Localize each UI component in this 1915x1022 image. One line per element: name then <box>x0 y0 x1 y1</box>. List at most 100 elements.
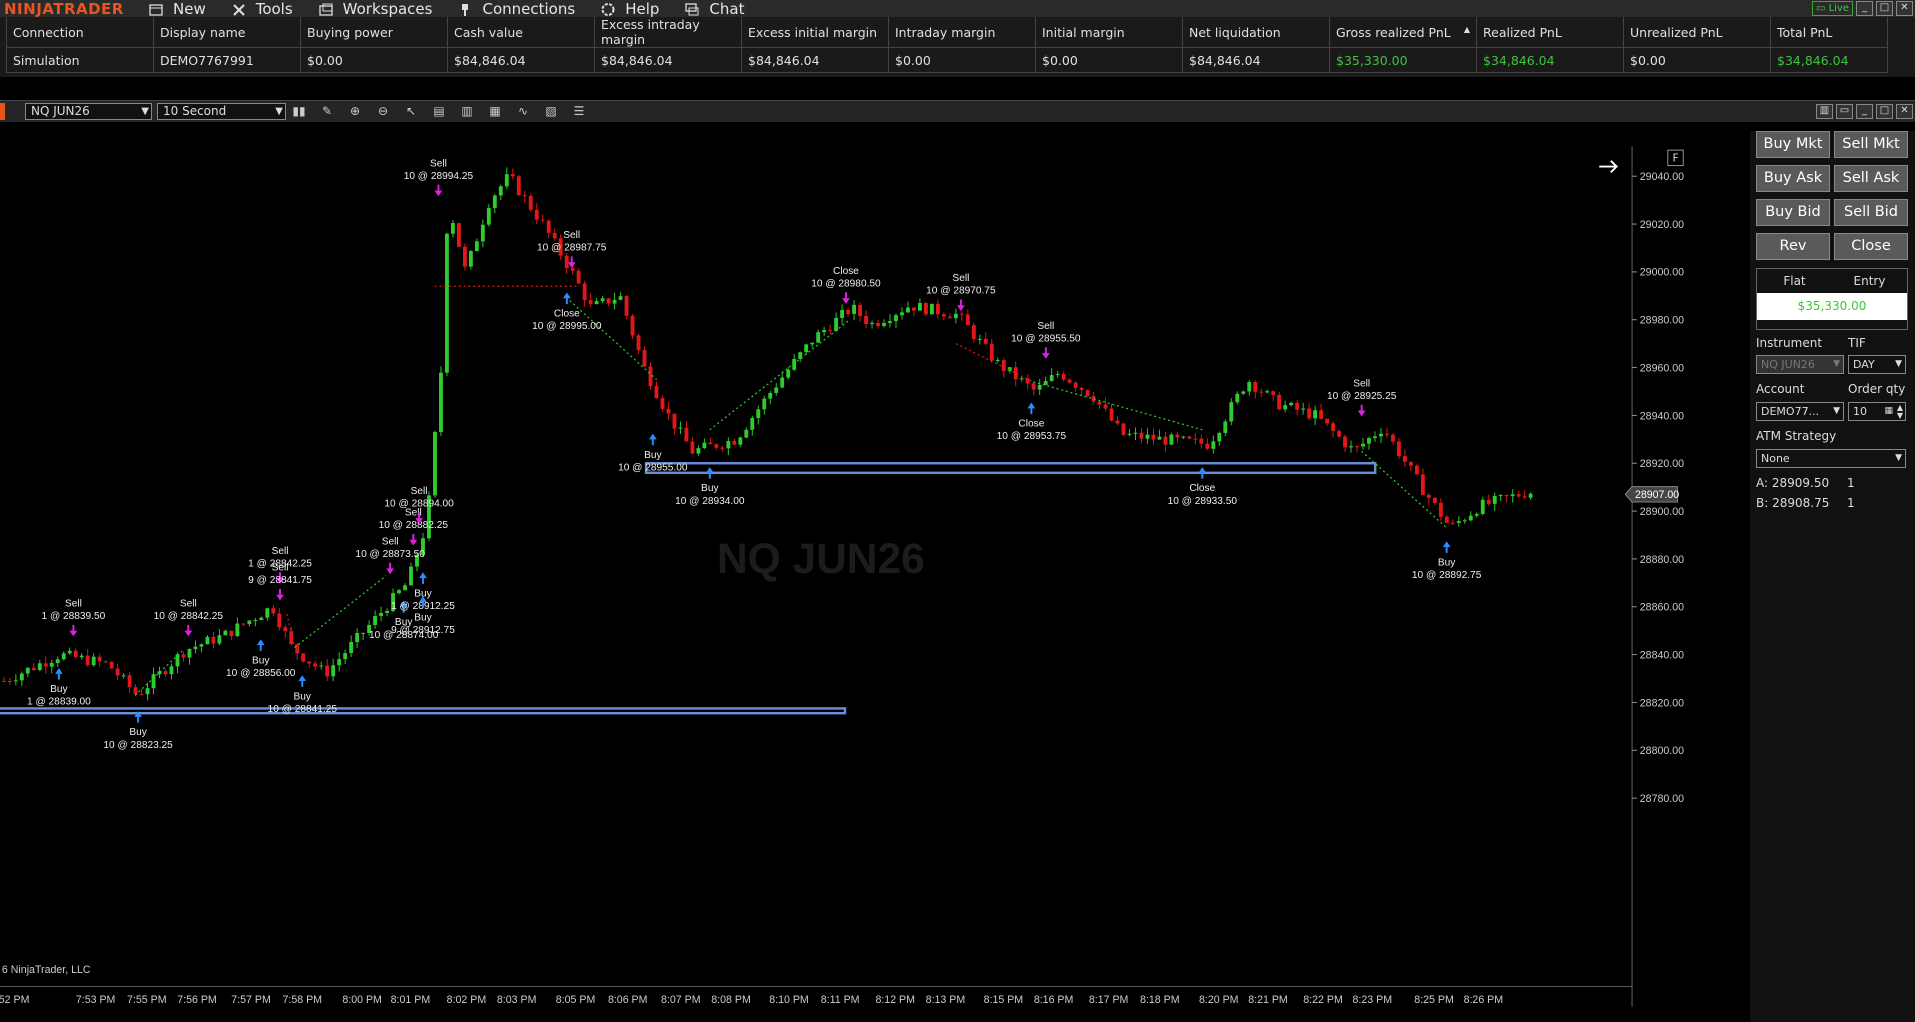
candle-body <box>636 335 641 351</box>
candle-body <box>480 224 485 242</box>
candle-body <box>1331 423 1336 431</box>
candle-body <box>271 608 276 614</box>
menu-connections[interactable]: Connections <box>458 0 575 18</box>
reverse-button[interactable]: Rev <box>1756 233 1830 260</box>
col-cash-value[interactable]: Cash value <box>447 17 595 48</box>
time-tick-label: 8:15 PM <box>984 994 1024 1006</box>
atm-strategy-select[interactable]: None ▼ <box>1756 449 1906 468</box>
templates-icon[interactable]: ▥ <box>460 104 474 118</box>
price-tick-label: 28880.00 <box>1640 554 1684 566</box>
time-tick-label: 8:21 PM <box>1248 994 1288 1006</box>
chart-restore-button[interactable]: ▭ <box>1836 104 1853 119</box>
tif-label: TIF <box>1848 336 1866 350</box>
tif-select[interactable]: DAY ▼ <box>1848 355 1906 374</box>
col-display-name[interactable]: Display name <box>153 17 301 48</box>
sell-mkt-button[interactable]: Sell Mkt <box>1834 131 1908 158</box>
pnl-display[interactable]: $35,330.00 <box>1757 293 1907 320</box>
price-chart[interactable]: NQ JUN26 Sell 1 @ 28839.50 Buy 1 @ 28839.00… <box>0 131 1690 1022</box>
price-zone-lower[interactable] <box>0 707 847 715</box>
candle-body <box>834 317 839 331</box>
list-icon[interactable]: ☰ <box>572 104 586 118</box>
account-select[interactable]: DEMO77... ▼ <box>1756 402 1844 421</box>
col-initial-margin[interactable]: Initial margin <box>1035 17 1183 48</box>
interval-selector[interactable]: 10 Second ▼ <box>157 103 286 120</box>
zoom-in-icon[interactable]: ⊕ <box>348 104 362 118</box>
menu-tools[interactable]: Tools <box>232 0 293 18</box>
candle-body <box>1205 443 1210 449</box>
candle-body <box>1085 389 1090 397</box>
pencil-icon[interactable]: ✎ <box>320 104 334 118</box>
chart-close-button[interactable]: ✕ <box>1896 104 1913 119</box>
candle-body <box>828 330 833 332</box>
sell-bid-button[interactable]: Sell Bid <box>1834 199 1908 226</box>
menu-chat[interactable]: Chat <box>685 0 744 18</box>
col-excess-intraday-margin[interactable]: Excess intraday margin <box>594 17 742 48</box>
candle-body <box>313 663 318 667</box>
sell-ask-button[interactable]: Sell Ask <box>1834 165 1908 192</box>
strategies-icon[interactable]: ∿ <box>516 104 530 118</box>
menu-help[interactable]: Help <box>601 0 659 18</box>
cell-gross-realized-pnl: $35,330.00 <box>1329 47 1477 73</box>
price-tick-label: 29000.00 <box>1640 267 1684 279</box>
chart-minimize-button[interactable]: _ <box>1856 104 1873 119</box>
col-gross-realized-pnl[interactable]: Gross realized PnL ▲ <box>1329 17 1477 48</box>
candle-body <box>55 659 60 663</box>
buy-ask-button[interactable]: Buy Ask <box>1756 165 1830 192</box>
price-tick-label: 28980.00 <box>1640 315 1684 327</box>
candle-body <box>1157 436 1162 440</box>
price-zone-upper[interactable] <box>644 462 1377 475</box>
time-axis[interactable]: 7:52 PM 7:53 PM 7:55 PM 7:56 PM 7:57 PM 7:58 … <box>0 994 1503 1006</box>
table-row[interactable]: Simulation DEMO7767991 $0.00 $84,846.04 … <box>6 47 1888 73</box>
menu-new[interactable]: New <box>149 0 206 18</box>
close-window-button[interactable]: ✕ <box>1896 1 1913 16</box>
instrument-field[interactable]: NQ JUN26 ▼ <box>1756 355 1844 374</box>
price-tick-label: 29040.00 <box>1640 171 1684 183</box>
candle-body <box>109 661 114 669</box>
candle-body <box>822 330 827 333</box>
candle-body <box>1265 391 1270 393</box>
time-tick-label: 8:17 PM <box>1089 994 1129 1006</box>
col-intraday-margin[interactable]: Intraday margin <box>888 17 1036 48</box>
menu-workspaces[interactable]: Workspaces <box>319 0 432 18</box>
spin-up-icon[interactable]: ▲ ▼ <box>1897 404 1903 420</box>
candle-body <box>1133 432 1138 434</box>
candle-body <box>576 270 581 284</box>
col-connection[interactable]: Connection <box>6 17 154 48</box>
chart-maximize-button[interactable]: □ <box>1876 104 1893 119</box>
properties-icon[interactable]: ▧ <box>544 104 558 118</box>
col-total-pnl[interactable]: Total PnL <box>1770 17 1888 48</box>
calculator-icon[interactable]: ▦ <box>1884 403 1893 420</box>
data-box-icon[interactable]: ▤ <box>432 104 446 118</box>
candle-body <box>882 323 886 326</box>
close-position-button[interactable]: Close <box>1834 233 1908 260</box>
candle-body <box>1211 441 1216 449</box>
buy-mkt-button[interactable]: Buy Mkt <box>1756 131 1830 158</box>
col-net-liquidation[interactable]: Net liquidation <box>1182 17 1330 48</box>
buy-bid-button[interactable]: Buy Bid <box>1756 199 1830 226</box>
col-excess-initial-margin[interactable]: Excess initial margin <box>741 17 889 48</box>
chart-tile-button[interactable]: ▥ <box>1816 104 1833 119</box>
trade-detail-label: 10 @ 28841.25 <box>268 704 338 715</box>
indicators-icon[interactable]: ▦ <box>488 104 502 118</box>
candle-body <box>1528 493 1533 498</box>
bar-type-icon[interactable]: ▮▮ <box>292 104 306 118</box>
maximize-button[interactable]: □ <box>1876 1 1893 16</box>
trade-side-label: Buy <box>644 450 662 461</box>
instrument-label: Instrument <box>1756 336 1823 350</box>
chart-link-indicator[interactable] <box>0 103 5 120</box>
col-buying-power[interactable]: Buying power <box>300 17 448 48</box>
col-unrealized-pnl[interactable]: Unrealized PnL <box>1623 17 1771 48</box>
candle-body <box>1223 421 1228 433</box>
candle-body <box>456 223 461 247</box>
app-logo: NINJATRADER <box>4 0 124 18</box>
menu-new-label: New <box>173 0 206 18</box>
candle-body <box>1468 515 1473 521</box>
instrument-selector[interactable]: NQ JUN26 ▼ <box>25 103 152 120</box>
col-realized-pnl[interactable]: Realized PnL <box>1476 17 1624 48</box>
minimize-button[interactable]: _ <box>1856 1 1873 16</box>
candle-body <box>1486 499 1491 504</box>
zoom-out-icon[interactable]: ⊖ <box>376 104 390 118</box>
pointer-icon[interactable]: ↖ <box>404 104 418 118</box>
order-qty-stepper[interactable]: 10 ▦ ▲ ▼ <box>1848 402 1906 421</box>
arrow-right-icon[interactable] <box>1599 160 1618 174</box>
